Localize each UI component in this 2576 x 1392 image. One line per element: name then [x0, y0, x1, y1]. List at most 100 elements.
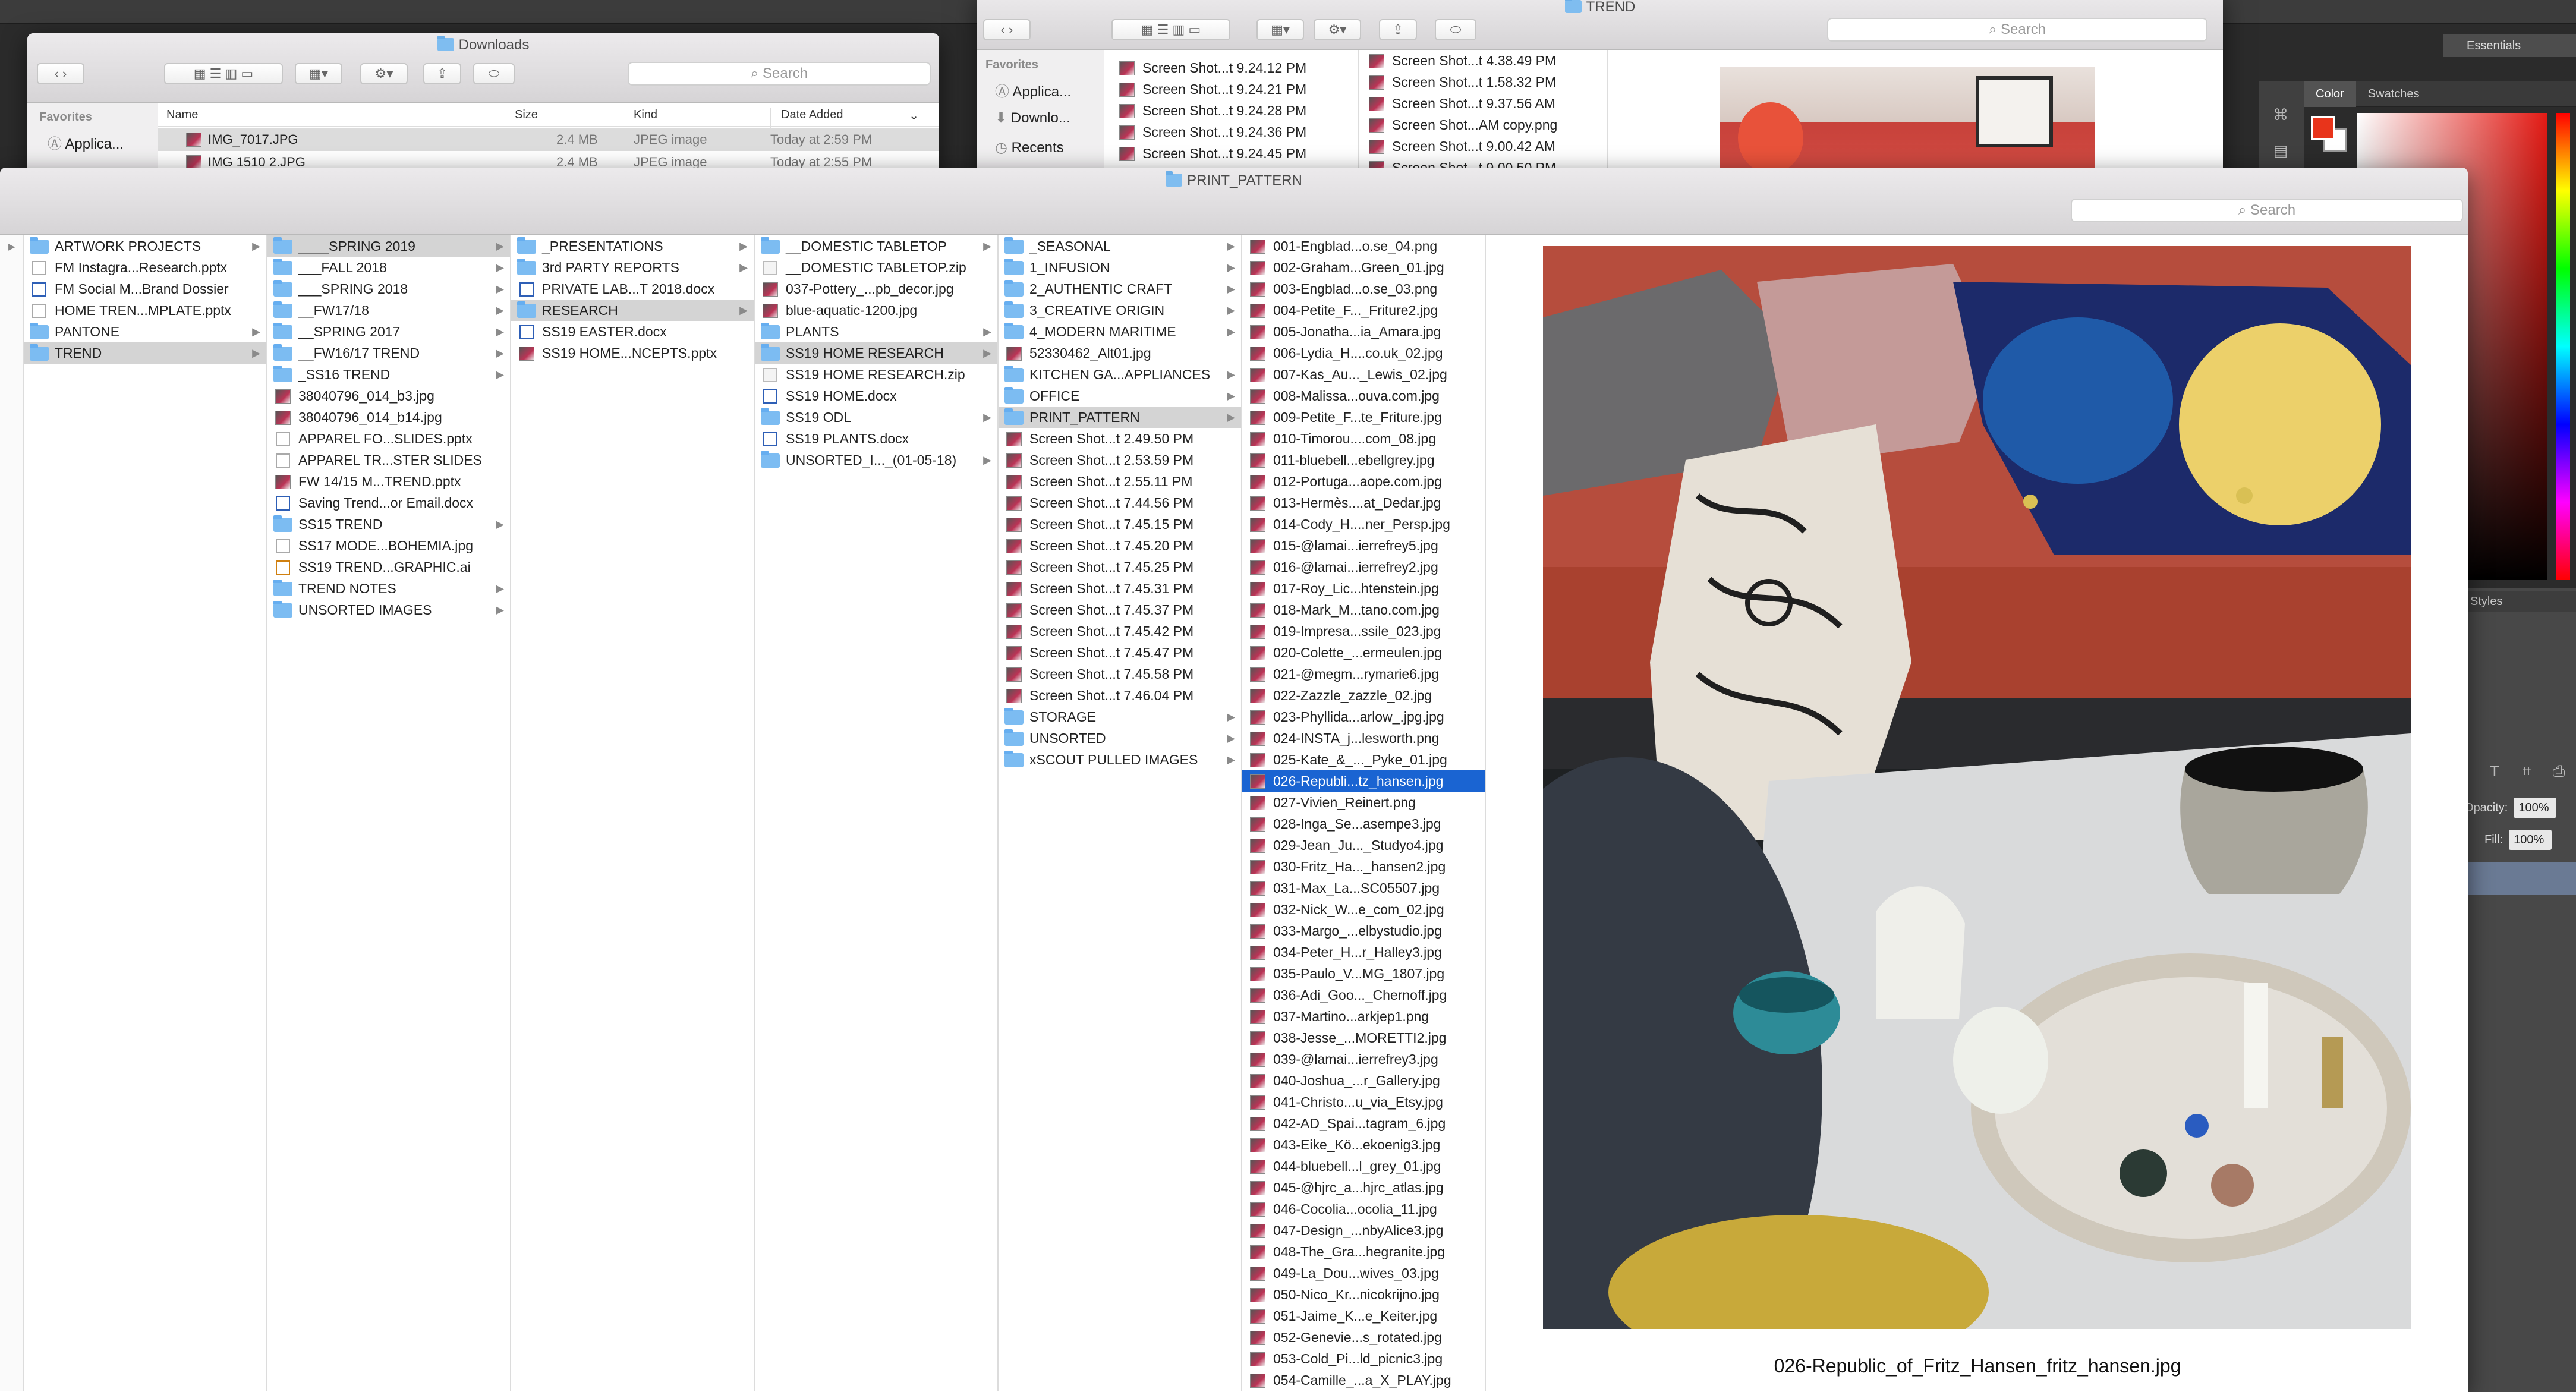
folder-item[interactable]: TREND ▶: [24, 342, 266, 364]
file-item[interactable]: 037-Pottery_...pb_decor.jpg: [755, 278, 997, 300]
action-button[interactable]: ⚙▾: [360, 63, 408, 84]
tab-color[interactable]: Color: [2304, 81, 2356, 107]
file-item[interactable]: 022-Zazzle_zazzle_02.jpg: [1242, 685, 1485, 706]
file-item[interactable]: 039-@lamai...ierrefrey3.jpg: [1242, 1048, 1485, 1070]
file-item[interactable]: Screen Shot...t 7.45.58 PM: [999, 663, 1241, 685]
file-item[interactable]: 38040796_014_b14.jpg: [267, 407, 510, 428]
file-item[interactable]: 021-@megm...rymarie6.jpg: [1242, 663, 1485, 685]
file-item[interactable]: 018-Mark_M...tano.com.jpg: [1242, 599, 1485, 621]
file-item[interactable]: Screen Shot...t 7.45.15 PM: [999, 514, 1241, 535]
file-item[interactable]: SS19 EASTER.docx: [511, 321, 754, 342]
file-item[interactable]: 041-Christo...u_via_Etsy.jpg: [1242, 1091, 1485, 1113]
folder-item[interactable]: SS15 TREND ▶: [267, 514, 510, 535]
file-item[interactable]: FM Instagra...Research.pptx: [24, 257, 266, 278]
file-item[interactable]: 035-Paulo_V...MG_1807.jpg: [1242, 963, 1485, 984]
tags-button[interactable]: ⬭: [1435, 19, 1476, 40]
file-item[interactable]: 049-La_Dou...wives_03.jpg: [1242, 1262, 1485, 1284]
file-item[interactable]: FM Social M...Brand Dossier: [24, 278, 266, 300]
file-item[interactable]: Screen Shot...t 2.55.11 PM: [999, 471, 1241, 492]
list-item[interactable]: Screen Shot...t 9.24.21 PM: [1111, 78, 1355, 100]
sidebar-item-downloads[interactable]: ⬇ Downlo...: [995, 109, 1070, 127]
tool-icon[interactable]: ⌘: [2270, 105, 2291, 125]
file-item[interactable]: SS19 HOME RESEARCH.zip: [755, 364, 997, 385]
folder-item[interactable]: __FW16/17 TREND ▶: [267, 342, 510, 364]
file-item[interactable]: PRIVATE LAB...T 2018.docx: [511, 278, 754, 300]
folder-item[interactable]: 3rd PARTY REPORTS ▶: [511, 257, 754, 278]
file-item[interactable]: 009-Petite_F...te_Friture.jpg: [1242, 407, 1485, 428]
file-item[interactable]: 045-@hjrc_a...hjrc_atlas.jpg: [1242, 1177, 1485, 1198]
folder-item[interactable]: ___SPRING 2018 ▶: [267, 278, 510, 300]
folder-item[interactable]: PLANTS ▶: [755, 321, 997, 342]
file-item[interactable]: Screen Shot...t 7.45.20 PM: [999, 535, 1241, 556]
folder-item[interactable]: SS19 HOME RESEARCH ▶: [755, 342, 997, 364]
sidebar-item-recents[interactable]: ◷ Recents: [995, 139, 1064, 156]
file-item[interactable]: SS19 HOME...NCEPTS.pptx: [511, 342, 754, 364]
file-item[interactable]: SS19 PLANTS.docx: [755, 428, 997, 449]
lock-icon[interactable]: ⎙: [2549, 761, 2569, 781]
search-input[interactable]: ⌕ Search: [628, 62, 931, 86]
folder-item[interactable]: OFFICE ▶: [999, 385, 1241, 407]
folder-item[interactable]: UNSORTED IMAGES ▶: [267, 599, 510, 621]
file-item[interactable]: 020-Colette_...ermeulen.jpg: [1242, 642, 1485, 663]
file-item[interactable]: __DOMESTIC TABLETOP.zip: [755, 257, 997, 278]
column-header-date-added[interactable]: Date Added ⌄: [770, 108, 939, 130]
file-item[interactable]: Screen Shot...t 7.46.04 PM: [999, 685, 1241, 706]
back-forward-buttons[interactable]: ‹ ›: [37, 63, 84, 84]
file-item[interactable]: 028-Inga_Se...asempe3.jpg: [1242, 813, 1485, 834]
file-item[interactable]: FW 14/15 M...TREND.pptx: [267, 471, 510, 492]
folder-item[interactable]: ___FALL 2018 ▶: [267, 257, 510, 278]
file-item[interactable]: 027-Vivien_Reinert.png: [1242, 792, 1485, 813]
file-item[interactable]: SS19 HOME.docx: [755, 385, 997, 407]
tool-icon[interactable]: ▤: [2270, 140, 2291, 160]
file-item[interactable]: 036-Adi_Goo..._Chernoff.jpg: [1242, 984, 1485, 1006]
file-item[interactable]: 030-Fritz_Ha..._hansen2.jpg: [1242, 856, 1485, 877]
file-item[interactable]: Screen Shot...t 7.45.25 PM: [999, 556, 1241, 578]
column-header-name[interactable]: Name: [166, 108, 198, 122]
share-button[interactable]: ⇪: [423, 63, 461, 84]
file-item[interactable]: APPAREL TR...STER SLIDES: [267, 449, 510, 471]
folder-item[interactable]: TREND NOTES ▶: [267, 578, 510, 599]
file-item[interactable]: 033-Margo_...elbystudio.jpg: [1242, 920, 1485, 941]
arrange-button[interactable]: ▦▾: [295, 63, 342, 84]
list-item[interactable]: Screen Shot...t 1.58.32 PM: [1361, 71, 1605, 93]
file-item[interactable]: 046-Cocolia...ocolia_11.jpg: [1242, 1198, 1485, 1220]
file-item[interactable]: Screen Shot...t 7.45.31 PM: [999, 578, 1241, 599]
folder-item[interactable]: UNSORTED ▶: [999, 728, 1241, 749]
hue-slider[interactable]: [2556, 113, 2570, 580]
file-item[interactable]: SS19 TREND...GRAPHIC.ai: [267, 556, 510, 578]
file-item[interactable]: 52330462_Alt01.jpg: [999, 342, 1241, 364]
file-item[interactable]: 002-Graham...Green_01.jpg: [1242, 257, 1485, 278]
file-item[interactable]: 054-Camille_...a_X_PLAY.jpg: [1242, 1369, 1485, 1391]
view-mode-buttons[interactable]: ▦ ☰ ▥ ▭: [1111, 19, 1230, 40]
folder-item[interactable]: 2_AUTHENTIC CRAFT ▶: [999, 278, 1241, 300]
folder-item[interactable]: 3_CREATIVE ORIGIN ▶: [999, 300, 1241, 321]
folder-item[interactable]: PANTONE ▶: [24, 321, 266, 342]
folder-item[interactable]: _SS16 TREND ▶: [267, 364, 510, 385]
file-item[interactable]: 013-Hermès....at_Dedar.jpg: [1242, 492, 1485, 514]
list-item[interactable]: Screen Shot...t 9.00.42 AM: [1361, 136, 1605, 157]
list-row[interactable]: IMG_7017.JPG 2.4 MB JPEG image Today at …: [158, 128, 939, 151]
file-item[interactable]: 024-INSTA_j...lesworth.png: [1242, 728, 1485, 749]
sidebar-item-applications[interactable]: Ⓐ Applica...: [995, 80, 1071, 100]
file-item[interactable]: 026-Republi...tz_hansen.jpg: [1242, 770, 1485, 792]
fill-field[interactable]: 100%: [2509, 830, 2552, 850]
file-item[interactable]: 007-Kas_Au..._Lewis_02.jpg: [1242, 364, 1485, 385]
search-input[interactable]: ⌕ Search: [1827, 18, 2207, 42]
share-button[interactable]: ⇪: [1379, 19, 1417, 40]
file-item[interactable]: 040-Joshua_...r_Gallery.jpg: [1242, 1070, 1485, 1091]
list-item[interactable]: Screen Shot...AM copy.png: [1361, 114, 1605, 136]
folder-item[interactable]: ____SPRING 2019 ▶: [267, 235, 510, 257]
file-item[interactable]: 019-Impresa...ssile_023.jpg: [1242, 621, 1485, 642]
transform-icon[interactable]: ⌗: [2517, 761, 2537, 781]
file-item[interactable]: 008-Malissa...ouva.com.jpg: [1242, 385, 1485, 407]
list-item[interactable]: Screen Shot...t 9.24.28 PM: [1111, 100, 1355, 121]
text-icon[interactable]: T: [2484, 761, 2505, 781]
file-item[interactable]: 038-Jesse_...MORETTI2.jpg: [1242, 1027, 1485, 1048]
opacity-field[interactable]: 100%: [2514, 798, 2557, 818]
file-item[interactable]: 051-Jaime_K...e_Keiter.jpg: [1242, 1305, 1485, 1327]
column-header-size[interactable]: Size: [515, 108, 538, 122]
folder-item[interactable]: _PRESENTATIONS ▶: [511, 235, 754, 257]
file-item[interactable]: SS17 MODE...BOHEMIA.jpg: [267, 535, 510, 556]
folder-item[interactable]: STORAGE ▶: [999, 706, 1241, 728]
workspace-selector[interactable]: Essentials: [2443, 34, 2576, 57]
